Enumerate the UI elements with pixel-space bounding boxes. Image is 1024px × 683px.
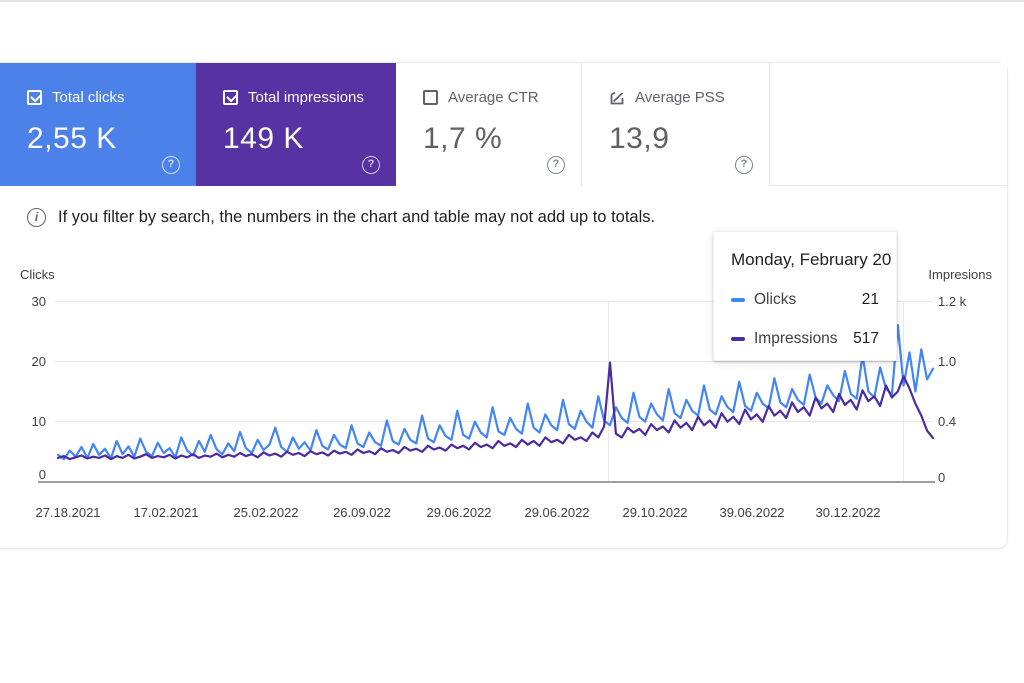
help-icon[interactable]: ?: [162, 156, 180, 174]
card-value: 13,9: [609, 122, 769, 156]
performance-panel: Total clicks 2,55 K ? Total impressions …: [0, 62, 1008, 549]
card-label: Total impressions: [248, 89, 364, 106]
screenshot-top-edge: [0, 0, 1024, 2]
info-banner-text: If you filter by search, the numbers in …: [58, 208, 655, 227]
x-axis-tick: 39.06.2022: [719, 505, 784, 520]
tooltip-value: 21: [862, 291, 879, 309]
metric-row-spacer: [770, 63, 1007, 185]
tooltip-date: Monday, February 20: [731, 250, 879, 270]
tooltip-row-impressions: Impressions 517: [731, 330, 879, 348]
card-value: 1,7 %: [423, 122, 581, 156]
card-average-pss[interactable]: Average PSS 13,9 ?: [582, 63, 770, 186]
x-axis-tick: 17.02.2021: [133, 505, 198, 520]
card-average-ctr[interactable]: Average CTR 1,7 % ?: [396, 63, 582, 186]
card-value: 149 K: [223, 122, 396, 156]
chart-tooltip: Monday, February 20 Olicks 21 Impression…: [713, 231, 897, 361]
card-value: 2,55 K: [27, 122, 196, 156]
clicks-legend-dash-icon: [731, 298, 745, 302]
impressions-legend-dash-icon: [731, 337, 745, 341]
checkbox-checked-icon[interactable]: [27, 90, 42, 105]
tooltip-label: Impressions: [754, 330, 838, 348]
metric-cards-row: Total clicks 2,55 K ? Total impressions …: [0, 63, 1007, 186]
card-label: Total clicks: [52, 89, 125, 106]
x-axis-tick: 25.02.2022: [233, 505, 298, 520]
checkbox-checked-icon[interactable]: [223, 90, 238, 105]
tooltip-value: 517: [853, 330, 879, 348]
x-axis-tick: 29.06.2022: [426, 505, 491, 520]
tooltip-row-clicks: Olicks 21: [731, 291, 879, 309]
card-label: Average CTR: [448, 89, 539, 106]
help-icon[interactable]: ?: [362, 156, 380, 174]
card-total-impressions[interactable]: Total impressions 149 K ?: [196, 63, 396, 186]
help-icon[interactable]: ?: [547, 156, 565, 174]
x-axis-tick: 30.12.2022: [815, 505, 880, 520]
x-axis-tick: 26.09.022: [333, 505, 391, 520]
card-total-clicks[interactable]: Total clicks 2,55 K ?: [0, 63, 196, 186]
slash-box-icon[interactable]: [609, 90, 625, 106]
tooltip-label: Olicks: [754, 291, 796, 309]
card-label: Average PSS: [635, 89, 725, 106]
help-icon[interactable]: ?: [735, 156, 753, 174]
checkbox-unchecked-icon[interactable]: [423, 90, 438, 105]
x-axis-tick: 27.18.2021: [35, 505, 100, 520]
x-axis-tick: 29.10.2022: [622, 505, 687, 520]
info-banner: i If you filter by search, the numbers i…: [27, 208, 655, 227]
info-icon: i: [27, 208, 46, 227]
x-axis-tick: 29.06.2022: [524, 505, 589, 520]
